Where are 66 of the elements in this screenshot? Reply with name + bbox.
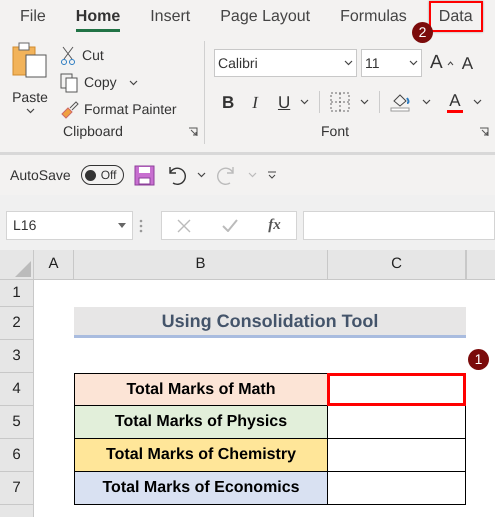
chevron-icon[interactable] bbox=[409, 60, 418, 66]
paste-button[interactable]: Paste bbox=[12, 87, 48, 108]
paste-icon[interactable] bbox=[11, 41, 49, 79]
copy-button[interactable]: Copy bbox=[84, 72, 117, 93]
grow-font-button[interactable]: A bbox=[430, 49, 443, 78]
selected-tab-underline bbox=[76, 29, 120, 32]
dropdown-arrow-icon[interactable] bbox=[118, 223, 126, 228]
ribbon-tab[interactable]: Data bbox=[428, 1, 483, 32]
ribbon-tab[interactable]: Insert bbox=[142, 0, 198, 33]
save-icon[interactable] bbox=[134, 164, 155, 186]
row-header[interactable]: 5 bbox=[0, 406, 34, 439]
copy-icon[interactable] bbox=[60, 72, 80, 92]
fill-color-icon[interactable] bbox=[390, 92, 412, 112]
column-header[interactable]: A bbox=[34, 250, 74, 280]
checkmark-icon[interactable] bbox=[222, 219, 238, 232]
row-header[interactable]: 2 bbox=[0, 307, 34, 340]
dialog-launcher-icon[interactable] bbox=[479, 126, 489, 136]
chevron-icon[interactable] bbox=[360, 99, 370, 106]
ribbon-tab[interactable]: Page Layout bbox=[212, 0, 318, 33]
italic-button[interactable]: I bbox=[252, 90, 258, 115]
bold-button[interactable]: B bbox=[222, 90, 234, 115]
chevron-icon[interactable] bbox=[26, 108, 34, 114]
scissors-icon[interactable] bbox=[60, 46, 76, 66]
chevron-icon[interactable] bbox=[344, 60, 353, 66]
sheet-title: Using Consolidation Tool bbox=[74, 307, 466, 338]
chevron-icon[interactable] bbox=[422, 99, 432, 106]
name-box[interactable]: L16 bbox=[6, 211, 133, 240]
paintbrush-icon[interactable] bbox=[60, 100, 80, 120]
chevron-icon[interactable] bbox=[300, 99, 310, 106]
table-cell: Total Marks of Chemistry bbox=[74, 439, 328, 472]
dialog-launcher-icon[interactable] bbox=[188, 126, 198, 136]
font-size-dropdown[interactable]: 11 bbox=[361, 49, 422, 78]
formula-input[interactable] bbox=[303, 211, 495, 240]
step-badge: 1 bbox=[468, 349, 489, 370]
font-color-button[interactable]: A bbox=[447, 92, 463, 113]
table-cell: Total Marks of Math bbox=[74, 373, 328, 406]
row-header[interactable]: 3 bbox=[0, 340, 34, 373]
step-badge: 2 bbox=[412, 22, 433, 43]
group-label: Clipboard bbox=[63, 122, 123, 141]
column-header[interactable]: B bbox=[74, 250, 328, 280]
chevron-icon[interactable] bbox=[128, 80, 138, 86]
insert-function-button[interactable]: fx bbox=[268, 214, 281, 237]
row-header[interactable]: 7 bbox=[0, 472, 34, 505]
ribbon-tab[interactable]: Formulas bbox=[332, 0, 415, 33]
row-header[interactable]: 4 bbox=[0, 373, 34, 406]
font-name-dropdown[interactable]: Calibri bbox=[214, 49, 357, 78]
shrink-font-button[interactable]: A bbox=[462, 50, 474, 76]
autosave-toggle[interactable]: Off bbox=[80, 165, 124, 185]
underline-button[interactable]: U bbox=[278, 90, 290, 115]
autosave-label: AutoSave bbox=[10, 166, 71, 184]
table-cell: Total Marks of Economics bbox=[74, 472, 328, 505]
row-header[interactable]: 1 bbox=[0, 280, 34, 307]
ribbon-tab[interactable]: Home bbox=[68, 0, 128, 33]
cut-button[interactable]: Cut bbox=[82, 45, 104, 66]
drag-handle-icon[interactable] bbox=[139, 218, 143, 232]
group-label: Font bbox=[321, 122, 350, 141]
format-painter-button[interactable]: Format Painter bbox=[84, 99, 177, 120]
ribbon-tab[interactable]: File bbox=[12, 0, 54, 33]
caret-up-icon[interactable] bbox=[446, 60, 454, 66]
chevron-icon[interactable] bbox=[196, 172, 206, 178]
borders-icon[interactable] bbox=[330, 92, 350, 112]
customize-toolbar-icon[interactable] bbox=[266, 170, 277, 180]
table-cell: Total Marks of Physics bbox=[74, 406, 328, 439]
row-header[interactable]: 6 bbox=[0, 439, 34, 472]
column-header[interactable]: C bbox=[328, 250, 466, 280]
chevron-icon[interactable] bbox=[472, 99, 482, 106]
